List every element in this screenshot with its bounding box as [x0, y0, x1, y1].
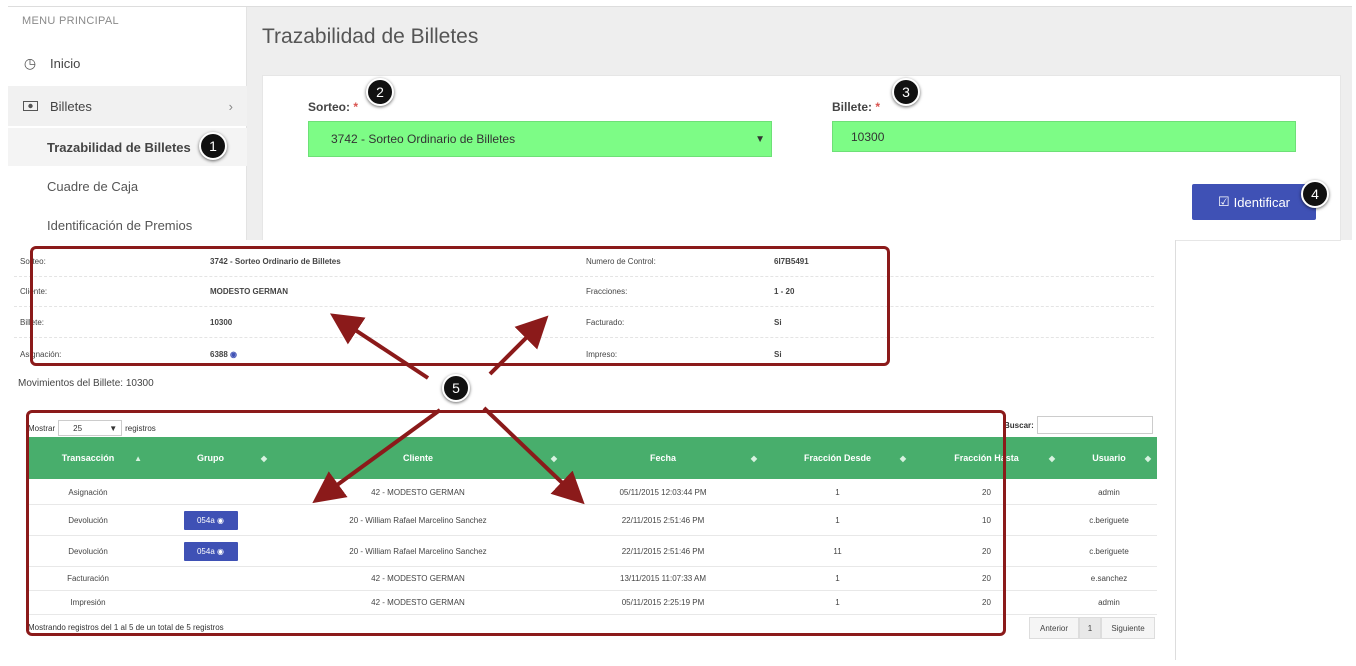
billete-input[interactable]: 10300: [832, 121, 1296, 152]
sidebar-subitem-cuadre[interactable]: Cuadre de Caja: [8, 167, 247, 205]
column-header[interactable]: Usuario ◆: [1061, 437, 1157, 479]
clock-icon: ◷: [23, 54, 37, 71]
search-input[interactable]: [1036, 416, 1153, 434]
page-title: Trazabilidad de Billetes: [262, 25, 479, 48]
sidebar-item-billetes[interactable]: Billetes ›: [8, 86, 247, 126]
pagination: Anterior 1 Siguiente: [1029, 617, 1155, 639]
next-page-button[interactable]: Siguiente: [1101, 617, 1155, 639]
bottom-screen: Sorteo: 3742 - Sorteo Ordinario de Billet…: [8, 240, 1176, 660]
callout-badge-4: 4: [1301, 180, 1329, 208]
sidebar-subitem-premios[interactable]: Identificación de Premios: [8, 206, 247, 244]
menu-title: MENU PRINCIPAL: [22, 15, 119, 27]
sorteo-select[interactable]: 3742 - Sorteo Ordinario de Billetes ▼: [308, 121, 772, 157]
caret-down-icon: ▼: [755, 133, 765, 145]
sidebar: MENU PRINCIPAL ◷ Inicio Billetes › Traza…: [8, 7, 247, 241]
screenshot-frame: MENU PRINCIPAL ◷ Inicio Billetes › Traza…: [0, 0, 1356, 666]
sidebar-item-inicio[interactable]: ◷ Inicio: [8, 43, 247, 83]
table-search: Buscar:: [1004, 416, 1153, 434]
form-card: Sorteo: * 3742 - Sorteo Ordinario de Bil…: [262, 75, 1341, 241]
page-1-button[interactable]: 1: [1079, 617, 1101, 639]
identify-button[interactable]: ☑ Identificar: [1192, 184, 1316, 220]
money-icon: [22, 98, 38, 114]
callout-badge-3: 3: [892, 78, 920, 106]
sidebar-item-label: Inicio: [50, 55, 81, 71]
chevron-right-icon: ›: [228, 98, 233, 114]
sort-icon: ◆: [1048, 453, 1055, 463]
check-square-icon: ☑: [1217, 194, 1230, 209]
sort-icon: ◆: [1144, 453, 1151, 463]
sorteo-label: Sorteo: *: [308, 100, 359, 114]
movements-title: Movimientos del Billete: 10300: [18, 378, 154, 389]
callout-badge-2: 2: [366, 78, 394, 106]
info-highlight-box: [30, 246, 890, 366]
table-highlight-box: [26, 410, 1006, 636]
prev-page-button[interactable]: Anterior: [1029, 617, 1079, 639]
billete-label: Billete: *: [832, 100, 881, 114]
callout-badge-5: 5: [442, 374, 470, 402]
top-screen: MENU PRINCIPAL ◷ Inicio Billetes › Traza…: [8, 6, 1352, 241]
callout-badge-1: 1: [199, 132, 227, 160]
sidebar-item-label: Billetes: [50, 98, 92, 114]
